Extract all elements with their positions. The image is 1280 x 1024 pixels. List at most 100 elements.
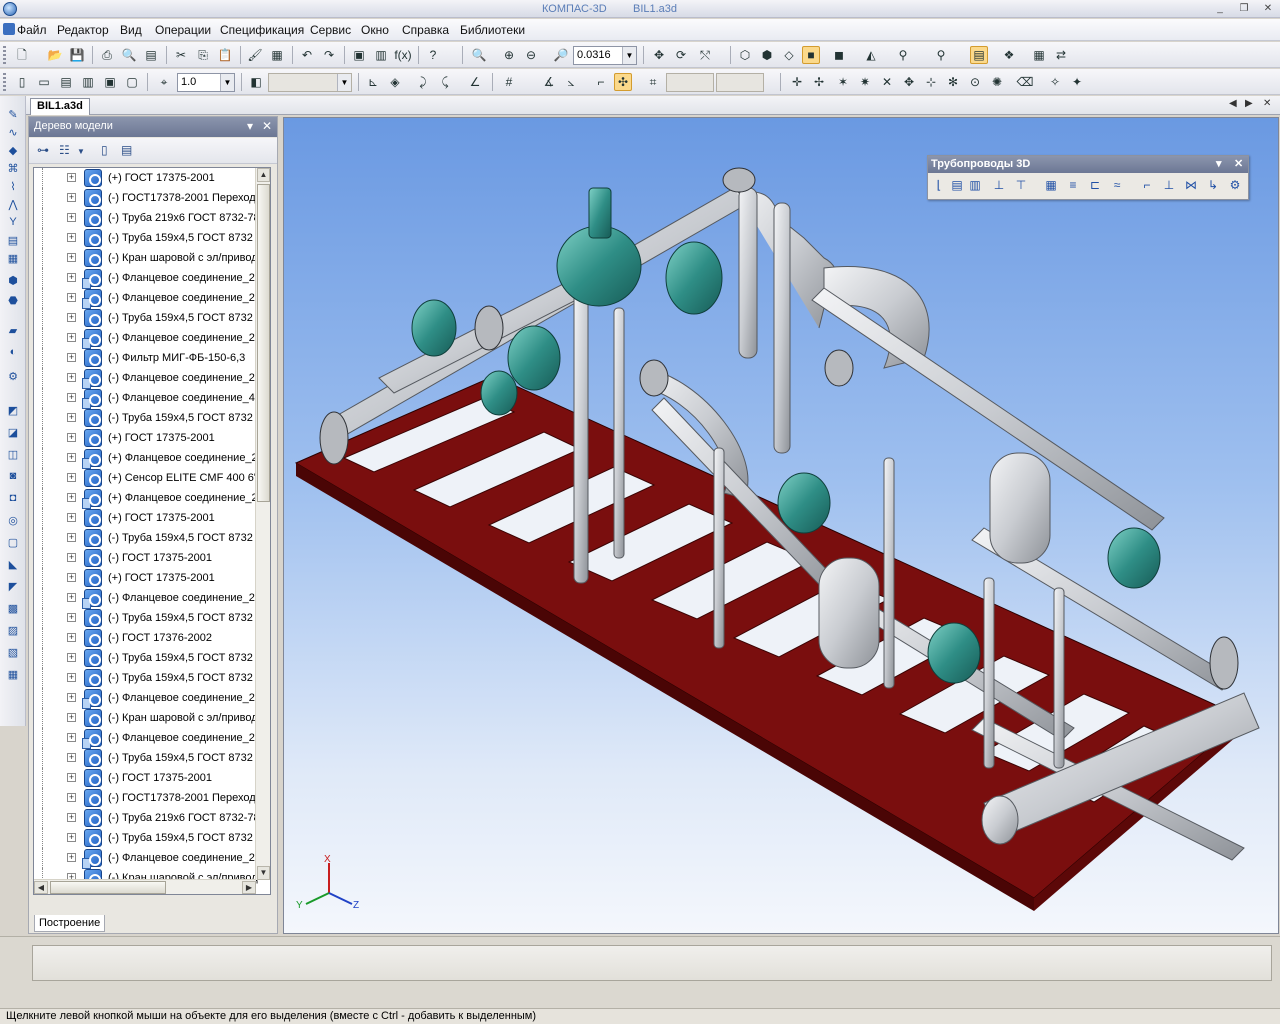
fillet-icon[interactable]: ◙ (5, 468, 21, 484)
tree-row[interactable]: + (-) ГОСТ17378-2001 Переход (34, 188, 256, 208)
sweep-icon[interactable]: ⚙ (5, 368, 21, 384)
snap-normal-icon[interactable]: ⊹ (922, 73, 940, 91)
filter-tool-icon[interactable]: Y (5, 214, 21, 230)
reducer-icon[interactable]: ⋈ (1182, 176, 1200, 194)
mirror-icon[interactable]: ◤ (5, 578, 21, 594)
menu-operations[interactable]: Операции (155, 23, 211, 37)
cut-revolve-icon[interactable]: ◫ (5, 446, 21, 462)
spec-panel-icon[interactable]: ▦ (1030, 46, 1048, 64)
expand-icon[interactable]: + (67, 413, 76, 422)
tree-structure-icon[interactable]: ⊶ (37, 143, 49, 157)
tree-display-icon[interactable]: ☷ (59, 143, 70, 157)
scroll-left-icon[interactable]: ◀ (34, 881, 48, 894)
tree-mode2-icon[interactable]: ▤ (121, 143, 132, 157)
menu-file[interactable]: Файл (17, 23, 47, 37)
expand-icon[interactable]: + (67, 773, 76, 782)
ortho-icon[interactable]: ⤸ (414, 73, 432, 91)
tree-horizontal-scrollbar[interactable]: ◀ ▶ (34, 879, 256, 894)
pin-icon[interactable]: ▾ (247, 119, 253, 133)
expand-icon[interactable]: + (67, 213, 76, 222)
tree-row[interactable]: + (-) Фланцевое соединение_2 (34, 368, 256, 389)
sync-icon[interactable]: ⇄ (1052, 46, 1070, 64)
perspective-icon[interactable]: ◭ (862, 46, 880, 64)
tree-row[interactable]: + (-) Фильтр МИГ-ФБ-150-6,3 (34, 348, 256, 368)
assembly-icon[interactable]: ▣ (101, 73, 119, 91)
expand-icon[interactable]: + (67, 733, 76, 742)
cursor-step-field[interactable]: 1.0 ▼ (177, 73, 235, 92)
selection-filter-icon[interactable]: ⚲ (932, 46, 950, 64)
tree-row[interactable]: + (-) ГОСТ17378-2001 Переход (34, 788, 256, 808)
snap-angle-icon[interactable]: ✺ (988, 73, 1006, 91)
menu-edit[interactable]: Редактор (57, 23, 109, 37)
parametric-icon[interactable]: ∠ (466, 73, 484, 91)
toolbar-grip[interactable] (3, 73, 6, 91)
tree-row[interactable]: + (-) Труба 159x4,5 ГОСТ 8732 (34, 668, 256, 688)
tab-scroll-right-icon[interactable]: ▶ (1245, 98, 1253, 109)
expand-icon[interactable]: + (67, 833, 76, 842)
tree-vertical-scrollbar[interactable]: ▲ ▼ (255, 168, 270, 880)
toolbar-grip[interactable] (3, 46, 6, 64)
mates-icon[interactable]: ⬣ (5, 292, 21, 308)
restore-button[interactable]: ❐ (1236, 2, 1252, 16)
tree-row[interactable]: + (-) Труба 159x4,5 ГОСТ 8732 (34, 228, 256, 248)
expand-icon[interactable]: + (67, 613, 76, 622)
revolve-icon[interactable]: ◐ (5, 344, 21, 360)
pipelines-panel-header[interactable]: Трубопроводы 3D ▾ ✕ (928, 156, 1248, 173)
tab-build[interactable]: Построение (34, 915, 106, 932)
settings-icon[interactable]: ⚙ (1226, 176, 1244, 194)
tree-row[interactable]: + (-) ГОСТ 17376-2002 (34, 628, 256, 648)
menu-libraries[interactable]: Библиотеки (460, 23, 525, 37)
expand-icon[interactable]: + (67, 713, 76, 722)
plane-icon[interactable]: ◈ (386, 73, 404, 91)
snap-icon[interactable]: ⤹ (436, 73, 454, 91)
pipe-spec-icon[interactable]: ▦ (1042, 176, 1060, 194)
expand-icon[interactable]: + (67, 313, 76, 322)
expand-icon[interactable]: + (67, 373, 76, 382)
wireframe-icon[interactable]: ⬡ (736, 46, 754, 64)
expand-icon[interactable]: + (67, 253, 76, 262)
expand-icon[interactable]: + (67, 273, 76, 282)
close-icon[interactable]: ✕ (262, 119, 272, 133)
undo-icon[interactable]: ↶ (298, 46, 316, 64)
route-edit-icon[interactable]: ▤ (948, 176, 966, 194)
expand-icon[interactable]: + (67, 633, 76, 642)
menu-specification[interactable]: Спецификация (220, 23, 304, 37)
expand-icon[interactable]: + (67, 553, 76, 562)
expand-icon[interactable]: + (67, 493, 76, 502)
snap-tangent-icon[interactable]: ✥ (900, 73, 918, 91)
snap-quadrant-icon[interactable]: ✻ (944, 73, 962, 91)
open-file-icon[interactable]: 📂 (46, 46, 64, 64)
save-icon[interactable]: 💾 (68, 46, 86, 64)
angle-icon[interactable]: ⦣ (562, 73, 580, 91)
elbow-icon[interactable]: ↳ (1204, 176, 1222, 194)
new-file-icon[interactable]: 🗋 (13, 46, 31, 64)
expand-icon[interactable]: + (67, 393, 76, 402)
chevron-down-icon[interactable]: ▼ (220, 74, 234, 91)
extrude-icon[interactable]: ▰ (5, 322, 21, 338)
chevron-down-icon[interactable]: ▼ (622, 47, 636, 64)
tree-row[interactable]: + (-) ГОСТ 17375-2001 (34, 548, 256, 568)
spec-doc-icon[interactable]: ▥ (79, 73, 97, 91)
snap-clear-icon[interactable]: ⌫ (1016, 73, 1034, 91)
shaded-edges-icon[interactable]: ◼ (830, 46, 848, 64)
arrays-icon[interactable]: ⌘ (5, 160, 21, 176)
library-manager-icon[interactable]: ▥ (372, 46, 390, 64)
snap-point-icon[interactable]: ✛ (788, 73, 806, 91)
tree-row[interactable]: + (-) ГОСТ 17375-2001 (34, 768, 256, 788)
shell-icon[interactable]: ▢ (5, 534, 21, 550)
split-icon[interactable]: ▧ (5, 644, 21, 660)
tree-row[interactable]: + (-) Фланцевое соединение_2 (34, 688, 256, 709)
snap-center-icon[interactable]: ✷ (856, 73, 874, 91)
menu-service[interactable]: Сервис (310, 23, 351, 37)
measure-icon[interactable]: ▤ (5, 232, 21, 248)
curves-icon[interactable]: ∿ (5, 124, 21, 140)
menu-window[interactable]: Окно (361, 23, 389, 37)
zoom-in-icon[interactable]: ⊕ (500, 46, 518, 64)
tree-row[interactable]: + (-) Труба 159x4,5 ГОСТ 8732 (34, 528, 256, 548)
tree-row[interactable]: + (-) Труба 219x6 ГОСТ 8732-78 (34, 808, 260, 828)
combine-icon[interactable]: ▦ (5, 666, 21, 682)
close-icon[interactable]: ✕ (1234, 157, 1243, 170)
fragment-icon[interactable]: ▭ (35, 73, 53, 91)
spec-tool-icon[interactable]: ▦ (5, 250, 21, 266)
tree-row[interactable]: + (+) ГОСТ 17375-2001 (34, 168, 256, 188)
